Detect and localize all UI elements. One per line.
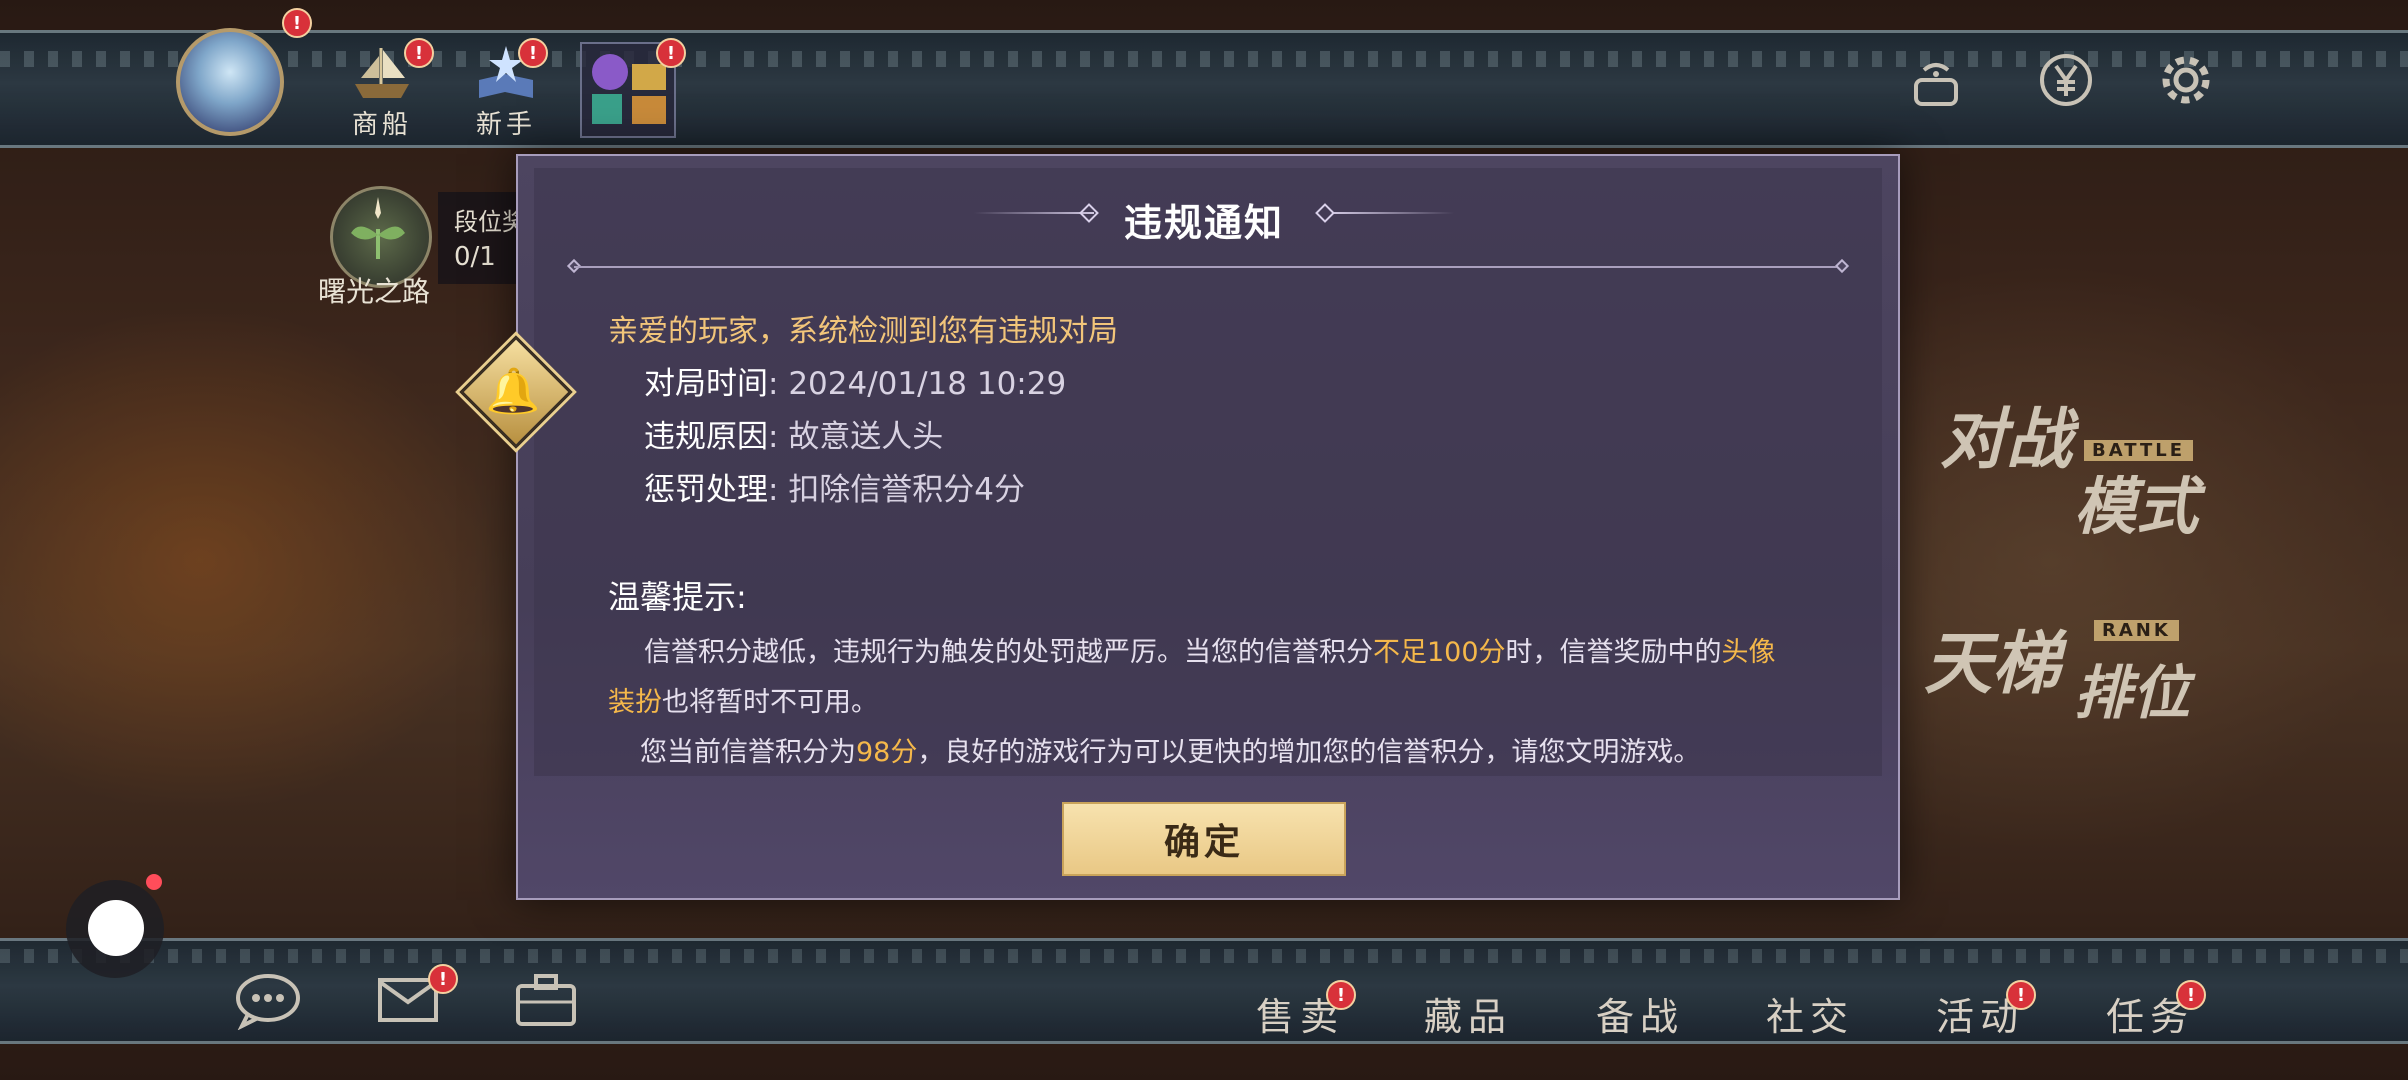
confirm-button[interactable]: 确定 [1062,802,1346,876]
hint-text: 您当前信誉积分为 [640,737,856,768]
hint-highlight: 装扮 [608,687,662,718]
chat-bubble-icon[interactable] [232,970,304,1031]
detail-key: 对局时间 [644,366,768,402]
hint-highlight: 头像 [1721,637,1776,668]
dialog-divider [574,266,1844,268]
title-ornament-right [1334,212,1454,214]
player-avatar[interactable] [176,28,284,136]
detail-key: 惩罚处理 [644,472,768,508]
floating-assistant-button[interactable] [66,874,164,978]
game-controller-icon[interactable] [1906,54,1966,114]
detail-row: 违规原因: 故意送人头 [644,411,943,456]
event-badge: ! [656,38,686,68]
hint-paragraph-1: 信誉积分越低，违规行为触发的处罚越严厉。当您的信誉积分不足100分时，信誉奖励中… [644,630,1776,669]
rank-mode-tag: RANK [2094,620,2179,641]
hint-paragraph-1-cont: 装扮也将暂时不可用。 [608,680,878,719]
bottom-nav-prepare[interactable]: 备战 [1596,986,1684,1041]
currency-yuan-icon[interactable] [2036,50,2096,110]
avatar-badge: ! [282,8,312,38]
detail-separator: : [768,419,789,455]
detail-separator: : [768,366,789,402]
assistant-dot-icon [88,900,144,956]
detail-value: 故意送人头 [788,419,944,455]
greeting-text: 亲爱的玩家，系统检测到您有违规对局 [608,314,1118,349]
nav-label: 新手 [475,110,536,140]
rank-mode-title-2[interactable]: 排位 [2074,646,2190,730]
briefcase-icon[interactable] [510,970,582,1030]
hint-text: 信誉积分越低，违规行为触发的处罚越严厉。当您的信誉积分 [644,637,1373,668]
dawn-road-label: 曙光之路 [318,275,431,308]
detail-row: 对局时间: 2024/01/18 10:29 [644,358,1066,403]
assistant-notify-dot [146,874,162,890]
bottom-nav-events-badge: ! [2006,980,2036,1010]
bottom-nav-tasks-badge: ! [2176,980,2206,1010]
dialog-title: 违规通知 [1123,201,1284,245]
detail-key: 违规原因 [644,419,768,455]
hint-text: 也将暂时不可用。 [662,687,878,718]
bottom-nav-social[interactable]: 社交 [1766,986,1854,1041]
hint-text: 时，信誉奖励中的 [1505,637,1722,668]
nav-merchant-badge: ! [404,38,434,68]
rank-mode-title-1[interactable]: 天梯 [1924,608,2060,707]
battle-mode-title-2[interactable]: 模式 [2074,456,2198,546]
hint-heading: 温馨提示: [608,578,747,616]
bottom-bar [0,938,2408,1044]
battle-mode-title-1[interactable]: 对战 [1940,386,2072,482]
hint-paragraph-2: 您当前信誉积分为98分，良好的游戏行为可以更快的增加您的信誉积分，请您文明游戏。 [640,730,1700,769]
nav-label: 商船 [351,110,412,140]
detail-value: 2024/01/18 10:29 [788,366,1067,402]
detail-value: 扣除信誉积分4分 [788,472,1026,508]
gear-icon[interactable] [2156,50,2216,110]
detail-row: 惩罚处理: 扣除信誉积分4分 [644,464,1025,509]
nav-newbie-badge: ! [518,38,548,68]
mail-badge: ! [428,964,458,994]
hint-highlight: 98分 [856,737,918,768]
bottom-nav-collection[interactable]: 藏品 [1424,986,1512,1041]
hint-highlight: 不足100分 [1373,637,1506,668]
detail-separator: : [768,472,789,508]
bottom-nav-sell-badge: ! [1326,980,1356,1010]
hint-text: ，良好的游戏行为可以更快的增加您的信誉积分，请您文明游戏。 [917,737,1701,768]
bell-icon: 🔔 [485,366,541,417]
